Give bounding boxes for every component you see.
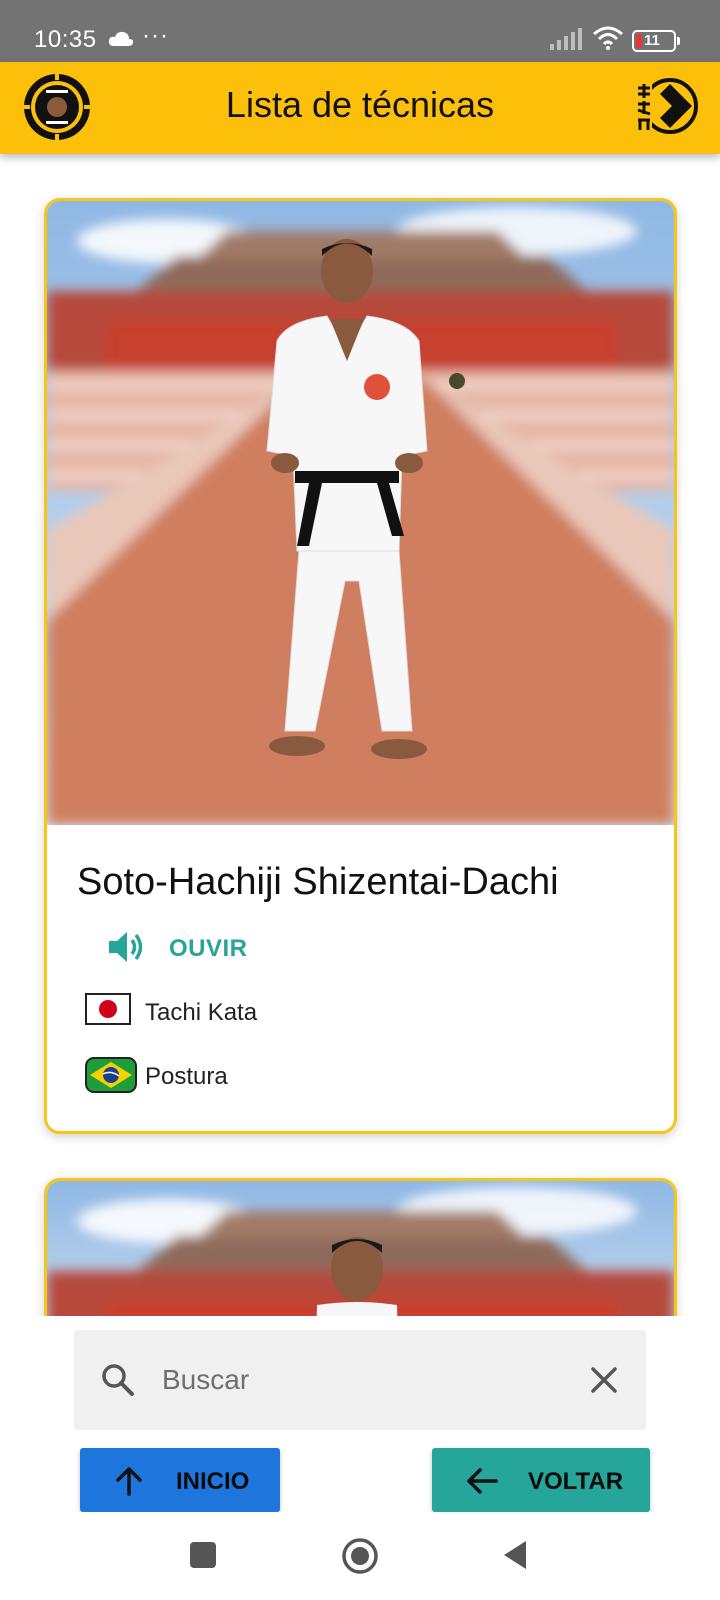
- close-icon[interactable]: [588, 1364, 620, 1396]
- back-icon[interactable]: [502, 1539, 528, 1571]
- arrow-left-icon: [467, 1468, 498, 1494]
- app-bar: Lista de técnicas: [0, 62, 720, 154]
- brazil-flag-icon: [85, 1057, 137, 1093]
- battery-level: 11: [644, 32, 660, 49]
- system-nav-bar: [0, 1512, 720, 1600]
- wifi-icon: [593, 26, 623, 50]
- inicio-button[interactable]: INICIO: [80, 1448, 280, 1512]
- signal-icon: [550, 28, 582, 50]
- page-title: Lista de técnicas: [225, 84, 495, 125]
- portuguese-term-row: Postura: [85, 1055, 485, 1095]
- technique-photo: [47, 201, 674, 825]
- japanese-term-row: Tachi Kata: [85, 991, 485, 1031]
- arrow-up-icon: [116, 1467, 142, 1496]
- technique-card[interactable]: [44, 1178, 677, 1316]
- status-bar: 10:35 ··· 11: [0, 0, 720, 62]
- japanese-term: Tachi Kata: [145, 999, 258, 1026]
- japan-flag-icon: [85, 993, 131, 1025]
- cloud-icon: [108, 31, 134, 46]
- search-input[interactable]: [162, 1358, 562, 1402]
- search-icon: [102, 1364, 134, 1396]
- search-bar[interactable]: [74, 1330, 646, 1430]
- technique-list[interactable]: Soto-Hachiji Shizentai-Dachi OUVIR Tachi…: [0, 154, 720, 1316]
- style-logo-icon: [636, 78, 698, 134]
- technique-info: Soto-Hachiji Shizentai-Dachi OUVIR Tachi…: [47, 825, 674, 1131]
- recents-icon[interactable]: [190, 1542, 216, 1568]
- technique-name: Soto-Hachiji Shizentai-Dachi: [77, 861, 559, 903]
- technique-card[interactable]: Soto-Hachiji Shizentai-Dachi OUVIR Tachi…: [44, 198, 677, 1134]
- inicio-label: INICIO: [176, 1468, 250, 1495]
- status-time: 10:35: [34, 26, 97, 53]
- listen-label: OUVIR: [169, 935, 248, 962]
- more-notifications-icon: ···: [142, 22, 169, 49]
- voltar-label: VOLTAR: [528, 1468, 624, 1495]
- voltar-button[interactable]: VOLTAR: [432, 1448, 650, 1512]
- portuguese-term: Postura: [145, 1063, 228, 1090]
- speaker-icon: [109, 932, 143, 962]
- home-icon[interactable]: [341, 1537, 379, 1575]
- listen-button[interactable]: OUVIR: [107, 925, 287, 969]
- battery-icon: 11: [632, 30, 680, 52]
- technique-photo: [47, 1181, 674, 1316]
